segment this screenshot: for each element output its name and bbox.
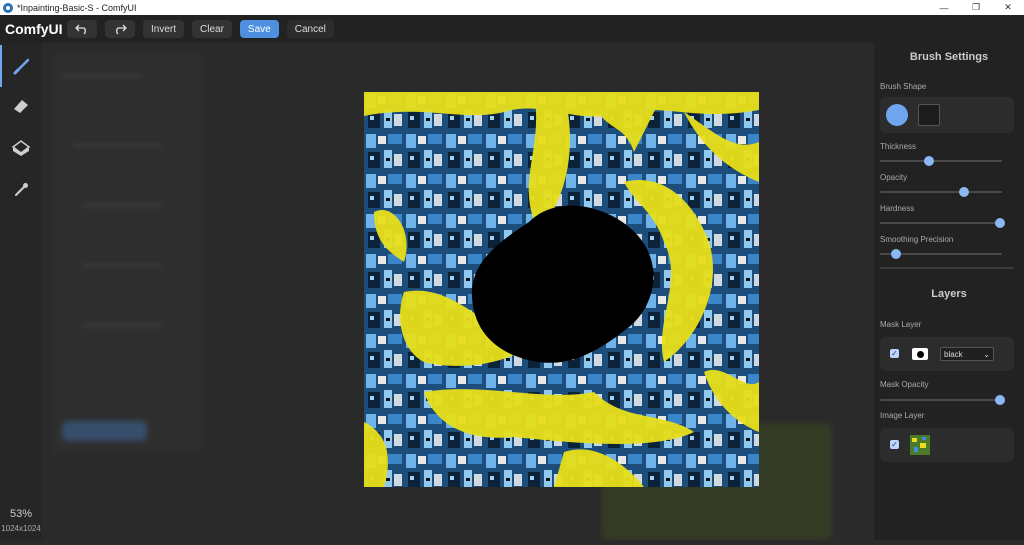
paint-bucket-tool[interactable]	[0, 127, 42, 169]
opacity-slider[interactable]	[880, 187, 1002, 197]
undo-button[interactable]	[67, 20, 97, 38]
minimize-button[interactable]: —	[928, 0, 960, 15]
mask-opacity-label: Mask Opacity	[880, 380, 929, 389]
image-layer-row: ✓	[880, 428, 1014, 462]
mask-layer-row: ✓ black ⌄	[880, 337, 1014, 371]
mask-color-select[interactable]: black ⌄	[940, 347, 994, 361]
brush-settings-title: Brush Settings	[909, 51, 989, 63]
mask-layer-visibility-checkbox[interactable]: ✓	[890, 349, 899, 358]
app-icon	[3, 2, 13, 13]
smoothing-precision-slider[interactable]	[880, 249, 1002, 259]
color-picker-icon	[15, 183, 28, 196]
smoothing-precision-label: Smoothing Precision	[880, 235, 954, 244]
brush-icon	[13, 58, 30, 75]
redo-icon	[116, 24, 127, 35]
mask-opacity-knob[interactable]	[994, 395, 1005, 405]
zoom-level: 53%	[9, 508, 33, 520]
settings-panel: Brush Settings Brush Shape Thickness Opa…	[874, 43, 1024, 540]
background-node-button	[62, 421, 147, 441]
inpainting-image	[364, 92, 759, 487]
eraser-tool[interactable]	[0, 85, 42, 127]
brush-shape-label: Brush Shape	[880, 82, 927, 91]
cancel-button[interactable]: Cancel	[286, 20, 334, 38]
background-node-row	[82, 263, 162, 268]
section-divider	[880, 267, 1014, 269]
image-layer-visibility-checkbox[interactable]: ✓	[890, 440, 899, 449]
image-dimensions: 1024x1024	[1, 524, 41, 533]
hardness-knob[interactable]	[994, 218, 1005, 228]
background-node-row	[82, 323, 162, 328]
invert-button[interactable]: Invert	[143, 20, 185, 38]
background-workflow-node	[52, 53, 202, 453]
background-node-row	[62, 73, 142, 78]
thickness-label: Thickness	[880, 142, 917, 151]
smoothing-precision-knob[interactable]	[890, 249, 901, 259]
clear-button[interactable]: Clear	[192, 20, 232, 38]
background-node-row	[82, 203, 162, 208]
mask-layer-label: Mask Layer	[880, 320, 922, 329]
chevron-down-icon: ⌄	[983, 349, 990, 359]
layers-title: Layers	[931, 288, 967, 300]
hardness-label: Hardness	[880, 204, 915, 213]
maximize-button[interactable]: ❐	[960, 0, 992, 15]
image-layer-thumbnail	[910, 435, 930, 455]
mask-canvas-area[interactable]	[42, 43, 874, 540]
mask-editor-toolbar: ComfyUI Invert Clear Save Cancel	[0, 15, 1024, 43]
opacity-label: Opacity	[880, 173, 908, 182]
save-button[interactable]: Save	[239, 20, 279, 38]
circle-shape-option[interactable]	[886, 104, 908, 126]
eraser-icon	[14, 100, 28, 113]
square-shape-option[interactable]	[918, 104, 940, 126]
paint-bucket-icon	[11, 140, 31, 156]
undo-icon	[75, 24, 86, 35]
mask-layer-icon	[912, 348, 928, 360]
hardness-slider[interactable]	[880, 218, 1005, 228]
window-title: *Inpainting-Basic-S - ComfyUI	[17, 2, 137, 13]
thickness-slider[interactable]	[880, 156, 1002, 166]
brush-shape-selector	[880, 97, 1014, 133]
mask-opacity-slider[interactable]	[880, 395, 1005, 405]
redo-button[interactable]	[105, 20, 135, 38]
color-picker-tool[interactable]	[0, 169, 42, 211]
image-layer-label: Image Layer	[880, 411, 925, 420]
image-canvas[interactable]	[364, 92, 759, 487]
tool-panel: 53% 1024x1024	[0, 43, 42, 540]
opacity-knob[interactable]	[959, 187, 970, 197]
close-button[interactable]: ✕	[992, 0, 1024, 15]
background-node-row	[72, 143, 162, 148]
thickness-knob[interactable]	[923, 156, 934, 166]
brush-tool[interactable]	[0, 45, 42, 87]
window-title-bar: *Inpainting-Basic-S - ComfyUI — ❐ ✕	[0, 0, 1024, 15]
brand-logo: ComfyUI	[5, 21, 63, 37]
mask-color-value: black	[944, 349, 963, 359]
